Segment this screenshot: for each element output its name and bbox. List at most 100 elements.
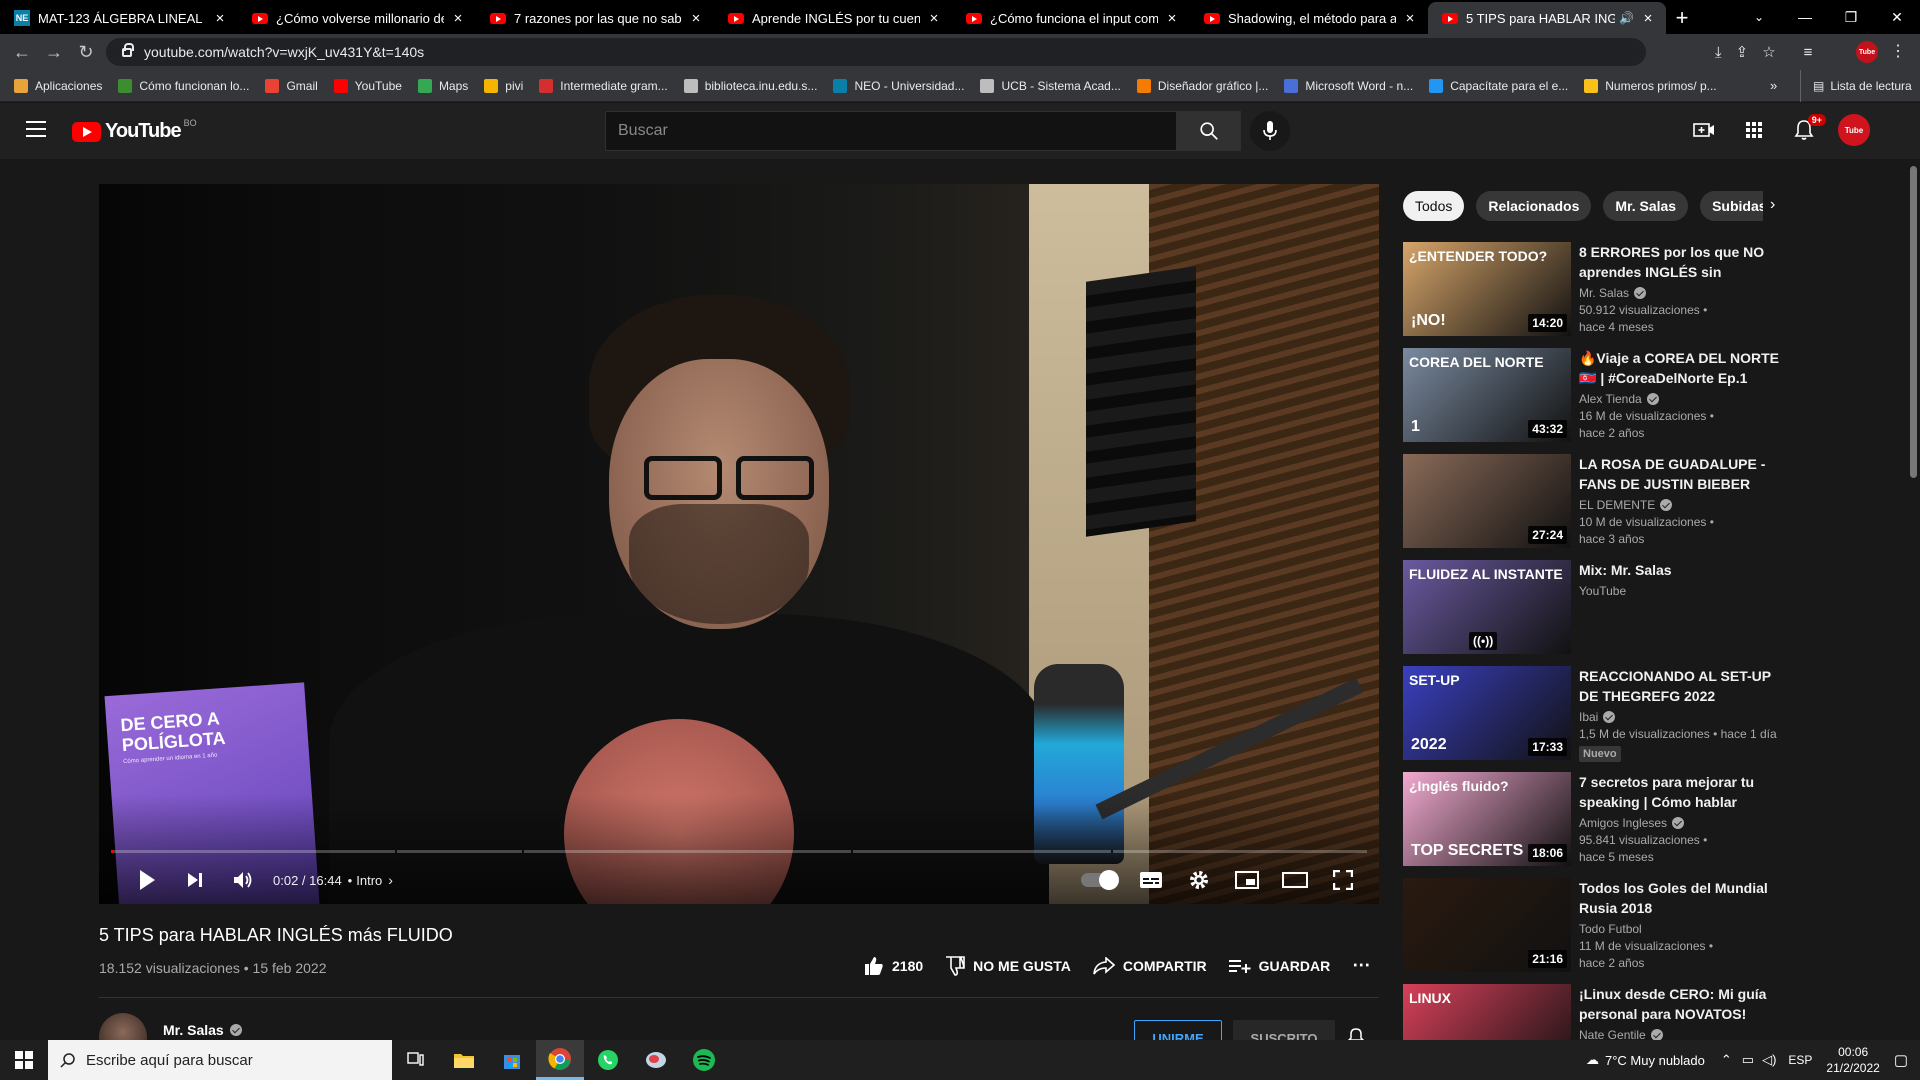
bookmark-item[interactable]: pivi	[484, 78, 523, 93]
tab-search-icon[interactable]: ⌄	[1736, 0, 1782, 34]
address-bar[interactable]: youtube.com/watch?v=wxjK_uv431Y&t=140s	[106, 38, 1646, 66]
taskbar-search-input[interactable]: Escribe aquí para buscar	[48, 1040, 392, 1080]
browser-tab[interactable]: NE MAT-123 ÁLGEBRA LINEAL [Par... ×	[0, 2, 238, 34]
bookmark-item[interactable]: Capacítate para el e...	[1429, 78, 1568, 93]
recommendation-thumbnail[interactable]: 27:24	[1403, 454, 1571, 548]
bookmark-item[interactable]: Microsoft Word - n...	[1284, 78, 1413, 93]
recommendation-info[interactable]: REACCIONANDO AL SET-UP DE THEGREFG 2022 I…	[1579, 666, 1779, 762]
youtube-logo[interactable]: YouTube BO	[72, 118, 197, 143]
browser-tab[interactable]: Aprende INGLÉS por tu cuenta (... ×	[714, 2, 952, 34]
theater-mode-button[interactable]	[1271, 856, 1319, 904]
microsoft-store-icon[interactable]	[488, 1040, 536, 1080]
recommendation-info[interactable]: 7 secretos para mejorar tu speaking | Có…	[1579, 772, 1779, 866]
close-tab-icon[interactable]: ×	[212, 10, 228, 27]
chevron-right-icon[interactable]: ›	[1770, 196, 1775, 214]
close-tab-icon[interactable]: ×	[1402, 10, 1418, 27]
browser-tab[interactable]: ¿Cómo funciona el input compr... ×	[952, 2, 1190, 34]
chevron-right-icon[interactable]: ›	[388, 872, 393, 888]
start-button[interactable]	[0, 1040, 48, 1080]
close-tab-icon[interactable]: ×	[1640, 10, 1656, 27]
recommendation-thumbnail[interactable]: FLUIDEZ AL INSTANTE ((•))	[1403, 560, 1571, 654]
bookmark-item[interactable]: Intermediate gram...	[539, 78, 668, 93]
close-tab-icon[interactable]: ×	[1164, 10, 1180, 27]
new-tab-button[interactable]: +	[1666, 2, 1698, 34]
recommendation-info[interactable]: ¡Linux desde CERO: Mi guía personal para…	[1579, 984, 1779, 1042]
back-button[interactable]: ←	[6, 36, 38, 68]
clock[interactable]: 00:06 21/2/2022	[1826, 1044, 1879, 1076]
close-tab-icon[interactable]: ×	[450, 10, 466, 27]
play-button[interactable]	[123, 856, 171, 904]
share-icon[interactable]: ⇪	[1736, 43, 1749, 61]
recommendation-info[interactable]: Todos los Goles del Mundial Rusia 2018 To…	[1579, 878, 1779, 972]
language-indicator[interactable]: ESP	[1788, 1053, 1812, 1067]
video-player[interactable]: DE CERO A POLÍGLOTA Cómo aprender un idi…	[99, 184, 1379, 904]
task-view-icon[interactable]	[392, 1040, 440, 1080]
bookmark-star-icon[interactable]: ☆	[1762, 43, 1775, 61]
audio-playing-icon[interactable]: 🔊	[1619, 11, 1634, 25]
fullscreen-button[interactable]	[1319, 856, 1367, 904]
guide-menu-icon[interactable]	[26, 121, 46, 137]
search-input[interactable]: Buscar	[605, 111, 1177, 151]
browser-tab[interactable]: Shadowing, el método para apr... ×	[1190, 2, 1428, 34]
progress-bar[interactable]	[111, 850, 1367, 853]
weather-text[interactable]: 7°C Muy nublado	[1605, 1053, 1705, 1068]
filter-chip[interactable]: Mr. Salas	[1603, 191, 1689, 221]
bookmark-item[interactable]: YouTube	[333, 78, 402, 93]
recommendation-info[interactable]: 🔥Viaje a COREA DEL NORTE 🇰🇵 | #CoreaDelN…	[1579, 348, 1779, 442]
settings-button[interactable]	[1175, 856, 1223, 904]
browser-tab[interactable]: 7 razones por las que no sabes ... ×	[476, 2, 714, 34]
recommendation-title[interactable]: Todos los Goles del Mundial Rusia 2018	[1579, 878, 1779, 918]
bookmark-item[interactable]: Maps	[417, 78, 468, 93]
filter-chip[interactable]: Subidas	[1700, 191, 1763, 221]
recommendation-thumbnail[interactable]: COREA DEL NORTE 1 43:32	[1403, 348, 1571, 442]
apps-grid-icon[interactable]	[1738, 114, 1770, 146]
restore-button[interactable]: ❐	[1828, 0, 1874, 34]
file-explorer-icon[interactable]	[440, 1040, 488, 1080]
bookmark-item[interactable]: Diseñador gráfico |...	[1136, 78, 1268, 93]
recommendation-channel[interactable]: Amigos Ingleses	[1579, 816, 1667, 830]
close-tab-icon[interactable]: ×	[926, 10, 942, 27]
network-icon[interactable]: ▭	[1742, 1052, 1754, 1068]
subtitles-button[interactable]	[1127, 856, 1175, 904]
filter-chip[interactable]: Relacionados	[1476, 191, 1592, 221]
chevron-up-icon[interactable]: ⌃	[1721, 1052, 1732, 1068]
recommendation-title[interactable]: LA ROSA DE GUADALUPE - FANS DE JUSTIN BI…	[1579, 454, 1779, 494]
chrome-icon[interactable]	[536, 1040, 584, 1080]
app-icon[interactable]	[632, 1040, 680, 1080]
forward-button[interactable]: →	[38, 36, 70, 68]
bookmark-item[interactable]: UCB - Sistema Acad...	[980, 78, 1121, 93]
notifications-bell-icon[interactable]: 9+	[1788, 114, 1826, 146]
recommendation-info[interactable]: LA ROSA DE GUADALUPE - FANS DE JUSTIN BI…	[1579, 454, 1779, 548]
close-window-button[interactable]: ✕	[1874, 0, 1920, 34]
install-icon[interactable]: ⤓	[1715, 44, 1722, 61]
browser-tab[interactable]: ¿Cómo volverse millonario desd... ×	[238, 2, 476, 34]
bookmark-item[interactable]: Numeros primos/ p...	[1584, 78, 1717, 93]
media-control-icon[interactable]: ≡	[1804, 44, 1813, 61]
autoplay-toggle[interactable]	[1081, 870, 1119, 890]
recommendation-channel[interactable]: Mr. Salas	[1579, 286, 1629, 300]
share-button[interactable]: COMPARTIR	[1093, 956, 1207, 975]
bookmark-item[interactable]: Gmail	[265, 78, 318, 93]
volume-button[interactable]	[219, 856, 267, 904]
recommendation-thumbnail[interactable]: ¿Inglés fluido? TOP SECRETS 18:06	[1403, 772, 1571, 866]
profile-avatar[interactable]: Tube	[1856, 41, 1878, 63]
weather-cloud-icon[interactable]: ☁	[1586, 1052, 1599, 1068]
recommendation-info[interactable]: Mix: Mr. Salas YouTube	[1579, 560, 1779, 598]
spotify-icon[interactable]	[680, 1040, 728, 1080]
notification-center-icon[interactable]: ▢	[1894, 1051, 1908, 1069]
search-button[interactable]	[1177, 111, 1241, 151]
account-avatar[interactable]: Tube	[1838, 114, 1870, 146]
reading-list-button[interactable]: ▤ Lista de lectura	[1800, 70, 1912, 102]
recommendation-title[interactable]: Mix: Mr. Salas	[1579, 560, 1779, 580]
create-video-icon[interactable]	[1688, 114, 1720, 146]
more-actions-icon[interactable]: ⋯	[1352, 955, 1370, 976]
recommendation-channel[interactable]: Alex Tienda	[1579, 392, 1642, 406]
recommendation-thumbnail[interactable]: ¿ENTENDER TODO? ¡NO! 14:20	[1403, 242, 1571, 336]
channel-name[interactable]: Mr. Salas	[163, 1022, 224, 1038]
volume-tray-icon[interactable]: ◁)	[1762, 1052, 1776, 1068]
next-button[interactable]	[171, 856, 219, 904]
bookmark-item[interactable]: biblioteca.inu.edu.s...	[683, 78, 817, 93]
chapter-title[interactable]: Intro	[356, 873, 382, 888]
reload-button[interactable]: ↻	[70, 36, 102, 68]
minimize-button[interactable]: —	[1782, 0, 1828, 34]
